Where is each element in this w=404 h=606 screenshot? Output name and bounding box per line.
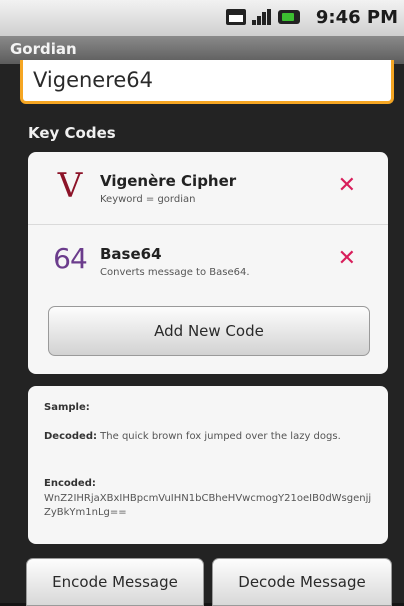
decoded-label: Decoded: [44, 431, 97, 442]
list-item[interactable]: 64 Base64 Converts message to Base64. ✕ [28, 225, 388, 297]
encode-message-button[interactable]: Encode Message [26, 558, 204, 606]
code-name-input[interactable]: Vigenere64 [20, 60, 394, 104]
delete-icon[interactable]: ✕ [338, 247, 356, 271]
clock: 9:46 PM [315, 7, 398, 28]
list-item[interactable]: V Vigenère Cipher Keyword = gordian ✕ [28, 152, 388, 225]
code-description: Converts message to Base64. [100, 267, 250, 278]
sample-card: Sample: Decoded: The quick brown fox jum… [28, 386, 388, 544]
status-bar: 9:46 PM [0, 0, 404, 36]
base64-icon: 64 [53, 242, 88, 275]
decode-message-button[interactable]: Decode Message [212, 558, 392, 606]
code-description: Keyword = gordian [100, 194, 196, 205]
data-sync-icon [226, 9, 246, 25]
delete-icon[interactable]: ✕ [338, 174, 356, 198]
encoded-label: Encoded: [44, 478, 96, 489]
battery-icon [278, 10, 300, 24]
encoded-text: WnZ2IHRjaXBxIHBpcmVuIHN1bCBheHVwcmogY21o… [44, 493, 372, 518]
sample-title: Sample: [44, 402, 90, 413]
code-name: Base64 [100, 245, 162, 263]
decoded-text: The quick brown fox jumped over the lazy… [96, 431, 341, 442]
signal-icon [252, 9, 272, 25]
vigenere-icon: V [57, 166, 83, 206]
add-new-code-button[interactable]: Add New Code [48, 306, 370, 356]
status-icons [226, 9, 300, 25]
key-codes-card: V Vigenère Cipher Keyword = gordian ✕ 64… [28, 152, 388, 374]
sample-decoded: Decoded: The quick brown fox jumped over… [44, 430, 374, 444]
key-codes-heading: Key Codes [28, 124, 116, 142]
code-name: Vigenère Cipher [100, 172, 237, 190]
app-title: Gordian [10, 40, 77, 58]
main-content: Vigenere64 Key Codes V Vigenère Cipher K… [0, 60, 404, 606]
